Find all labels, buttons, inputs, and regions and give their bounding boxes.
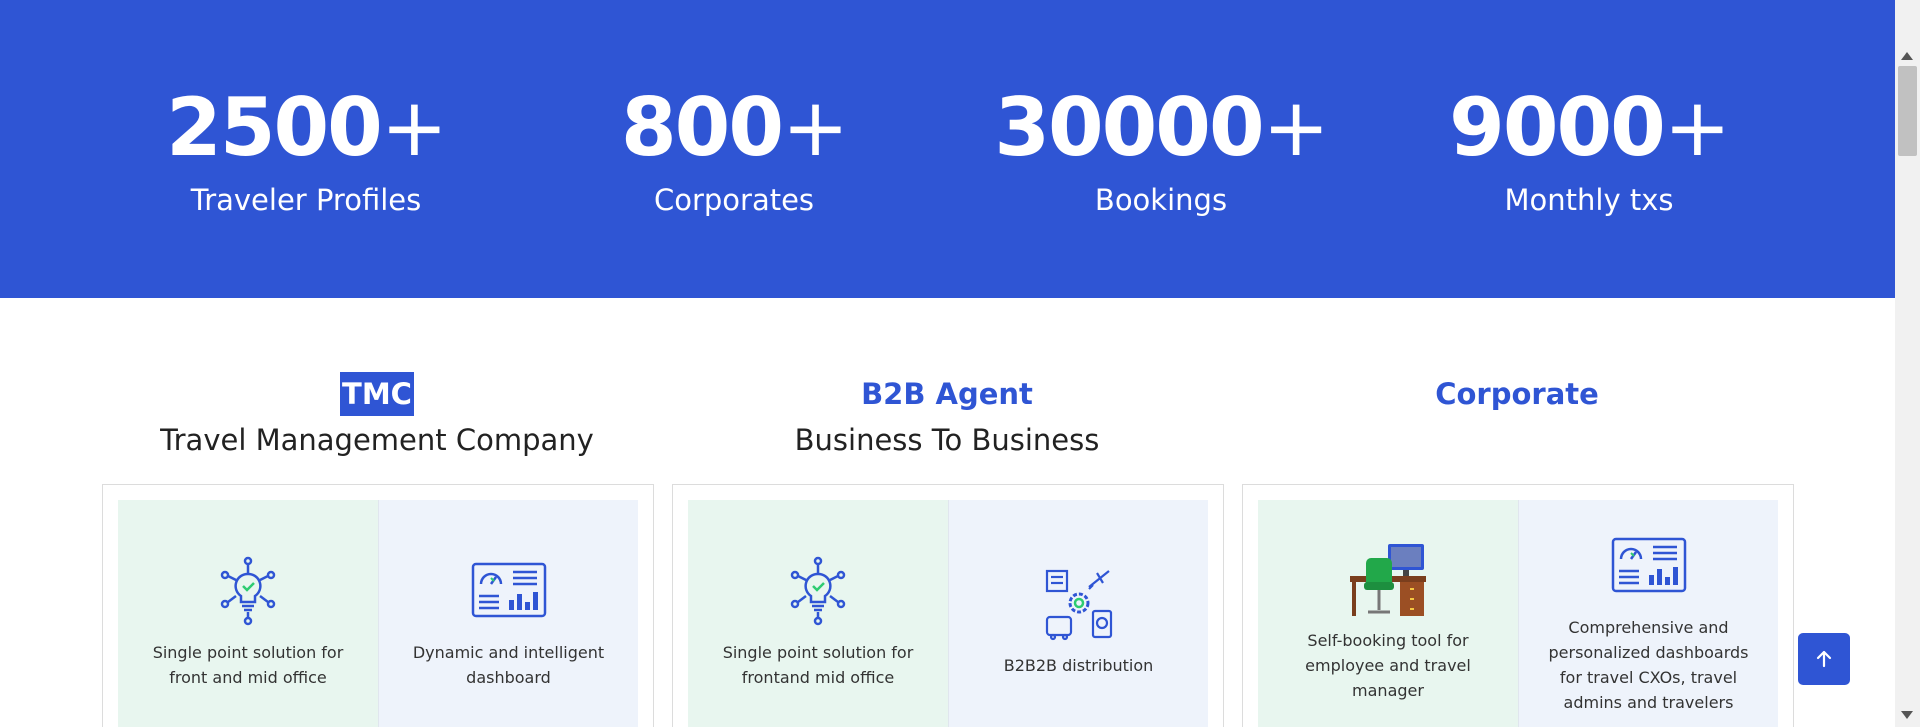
stat-corporates: 800+ Corporates: [534, 80, 934, 220]
stat-number: 30000+: [994, 81, 1329, 174]
stat-monthly-txs: 9000+ Monthly txs: [1389, 80, 1789, 220]
scroll-up-arrow-icon[interactable]: [1901, 52, 1913, 60]
feature-card-corporate: Self-booking tool for employee and trave…: [1242, 484, 1794, 727]
stat-label: Bookings: [1094, 183, 1228, 217]
feature-tile: B2B2B distribution: [948, 500, 1208, 727]
feature-tile: Single point solution for frontand mid o…: [688, 500, 948, 727]
feature-text: Comprehensive and personalized dashboard…: [1548, 618, 1749, 712]
scrollbar-thumb[interactable]: [1898, 66, 1917, 156]
stat-number: 2500+: [166, 81, 448, 174]
stat-label: Traveler Profiles: [190, 183, 422, 217]
column-subtitle: Travel Management Company: [160, 423, 594, 457]
lightbulb-icon: [220, 556, 276, 626]
travel-distribution-icon: [1045, 569, 1112, 640]
column-title[interactable]: TMC: [340, 372, 414, 416]
arrow-up-icon: [1816, 650, 1832, 668]
feature-text: B2B2B distribution: [1003, 655, 1154, 675]
feature-tile: Single point solution for front and mid …: [118, 500, 378, 727]
column-subtitle: Business To Business: [794, 423, 1100, 457]
column-title[interactable]: Corporate: [1435, 372, 1599, 416]
vertical-scrollbar[interactable]: [1895, 0, 1920, 727]
scroll-down-arrow-icon[interactable]: [1901, 711, 1913, 719]
column-title[interactable]: B2B Agent: [861, 372, 1033, 416]
desk-computer-icon: [1350, 543, 1426, 616]
back-to-top-button[interactable]: [1798, 633, 1850, 685]
feature-text: Single point solution for frontand mid o…: [722, 643, 914, 687]
stat-number: 800+: [620, 81, 849, 174]
stat-label: Monthly txs: [1504, 183, 1674, 217]
feature-text: Self-booking tool for employee and trave…: [1305, 630, 1471, 700]
feature-text: Single point solution for front and mid …: [152, 643, 344, 687]
column-heading-corporate: Corporate: [1232, 372, 1802, 418]
column-heading-b2b: B2B Agent Business To Business: [662, 372, 1232, 462]
feature-text: Dynamic and intelligent dashboard: [412, 643, 605, 687]
stat-number: 9000+: [1449, 81, 1731, 174]
stat-bookings: 30000+ Bookings: [961, 80, 1361, 220]
dashboard-icon: [1611, 537, 1686, 593]
column-heading-tmc: TMC Travel Management Company: [92, 372, 662, 462]
stat-label: Corporates: [653, 183, 815, 217]
lightbulb-icon: [790, 556, 846, 626]
feature-tile: Comprehensive and personalized dashboard…: [1518, 500, 1778, 727]
stat-traveler-profiles: 2500+ Traveler Profiles: [106, 80, 506, 220]
feature-card-tmc: Single point solution for front and mid …: [102, 484, 654, 727]
feature-card-b2b: Single point solution for frontand mid o…: [672, 484, 1224, 727]
feature-tile: Self-booking tool for employee and trave…: [1258, 500, 1518, 727]
dashboard-icon: [471, 562, 546, 618]
feature-tile: Dynamic and intelligent dashboard: [378, 500, 638, 727]
stats-band: 2500+ Traveler Profiles 800+ Corporates …: [0, 0, 1895, 298]
